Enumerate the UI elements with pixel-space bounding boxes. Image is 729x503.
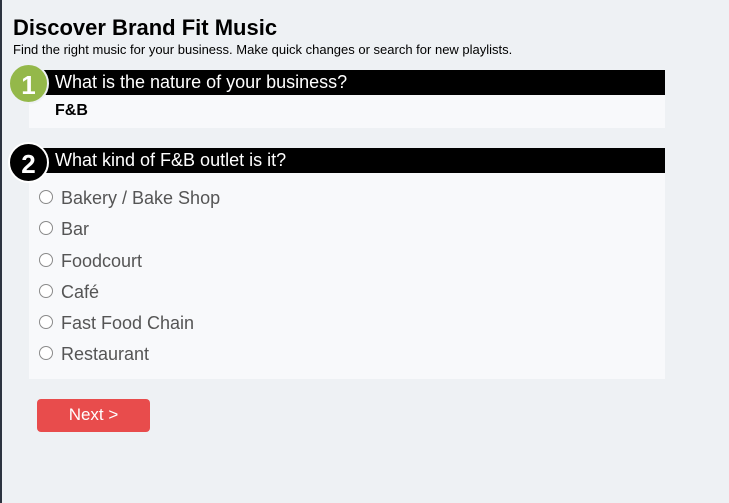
radio-bakery[interactable]: [39, 190, 53, 204]
radio-restaurant[interactable]: [39, 346, 53, 361]
outlet-options: Bakery / Bake Shop Bar Foodcourt Café Fa…: [39, 188, 220, 376]
question-1-section: What is the nature of your business? F&B: [29, 70, 665, 128]
option-label: Café: [61, 281, 100, 302]
option-foodcourt[interactable]: Foodcourt: [39, 251, 220, 282]
window-edge: [0, 0, 2, 503]
page-title: Discover Brand Fit Music: [13, 15, 278, 40]
option-fast-food-chain[interactable]: Fast Food Chain: [39, 313, 220, 344]
question-1-answer[interactable]: F&B: [55, 102, 88, 120]
page-header: Discover Brand Fit Music Find the right …: [13, 14, 512, 58]
option-cafe[interactable]: Café: [39, 282, 220, 313]
option-label: Bar: [61, 219, 90, 240]
radio-bar[interactable]: [39, 221, 53, 236]
option-bar[interactable]: Bar: [39, 219, 220, 250]
step-2-badge: 2: [8, 142, 49, 183]
radio-foodcourt[interactable]: [39, 252, 53, 267]
radio-fast-food-chain[interactable]: [39, 315, 53, 330]
option-bakery[interactable]: Bakery / Bake Shop: [39, 188, 220, 219]
question-2-heading: What kind of F&B outlet is it?: [29, 148, 665, 173]
next-button[interactable]: Next >: [37, 399, 150, 432]
question-1-heading: What is the nature of your business?: [29, 70, 665, 95]
option-label: Foodcourt: [61, 250, 143, 271]
option-restaurant[interactable]: Restaurant: [39, 344, 220, 375]
question-2-section: What kind of F&B outlet is it? Bakery / …: [29, 148, 665, 379]
option-label: Restaurant: [61, 344, 150, 365]
page-subtitle: Find the right music for your business. …: [13, 42, 513, 57]
step-1-badge: 1: [8, 63, 49, 104]
option-label: Bakery / Bake Shop: [61, 188, 221, 208]
option-label: Fast Food Chain: [61, 313, 195, 334]
radio-cafe[interactable]: [39, 283, 53, 298]
